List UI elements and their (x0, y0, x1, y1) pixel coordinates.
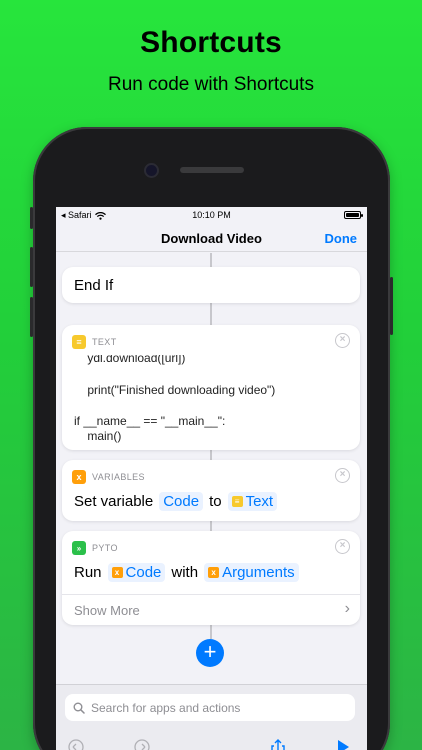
variable-name-text: Code (163, 493, 200, 510)
text-variable-text: Text (245, 493, 274, 510)
play-icon[interactable] (336, 739, 350, 750)
close-icon[interactable]: × (335, 539, 350, 554)
text-lines-icon: ≡ (72, 335, 86, 349)
variable-x-icon: x (111, 567, 123, 578)
front-camera (146, 165, 157, 176)
text-lines-icon: ≡ (231, 496, 243, 507)
power-button (390, 277, 393, 335)
connector-line (210, 450, 212, 460)
search-icon (73, 702, 85, 714)
run-row: Run x Code with x Arguments (74, 563, 299, 582)
add-action-button[interactable]: + (196, 639, 224, 667)
share-icon[interactable] (270, 739, 286, 750)
to-label: to (209, 493, 222, 510)
close-icon[interactable]: × (335, 468, 350, 483)
show-more-button[interactable]: Show More › (74, 600, 350, 620)
actions-sheet: Search for apps and actions (56, 684, 367, 750)
done-button[interactable]: Done (325, 231, 358, 246)
volume-down-button (30, 297, 33, 337)
end-if-label: End If (74, 277, 114, 294)
arguments-variable-text: Arguments (222, 564, 295, 581)
undo-icon[interactable] (68, 739, 84, 750)
text-category-label: TEXT (92, 337, 117, 347)
nav-title: Download Video (161, 231, 262, 246)
run-label: Run (74, 564, 102, 581)
pyto-category-label: PYTO (92, 543, 118, 553)
code-variable-token[interactable]: x Code (107, 563, 166, 582)
set-variable-card[interactable]: x VARIABLES × Set variable Code to ≡ Tex… (62, 460, 360, 521)
code-line: print("Finished downloading video") (74, 383, 276, 397)
earpiece-speaker (180, 167, 244, 173)
variable-x-icon: x (72, 470, 86, 484)
text-code-field[interactable]: ydl.download([url]) print("Finished down… (74, 355, 354, 443)
code-variable-text: Code (125, 564, 162, 581)
connector-line (210, 521, 212, 531)
pyto-chevrons-icon: » (72, 541, 86, 555)
divider (62, 594, 360, 595)
code-line: if __name__ == "__main__": (74, 414, 226, 428)
connector-line (210, 253, 212, 267)
chevron-right-icon: › (344, 600, 350, 617)
code-line: ydl.download([url]) (74, 355, 186, 365)
phone-screen: ◂ Safari 10:10 PM Download Video Done En… (56, 207, 367, 750)
search-field[interactable]: Search for apps and actions (65, 694, 355, 721)
variable-x-icon: x (208, 567, 220, 578)
iphone-frame: ◂ Safari 10:10 PM Download Video Done En… (30, 127, 393, 750)
status-bar: ◂ Safari 10:10 PM (56, 207, 367, 223)
redo-icon[interactable] (134, 739, 150, 750)
set-variable-label: Set variable (74, 493, 154, 510)
code-line: main() (74, 429, 122, 443)
with-label: with (171, 564, 199, 581)
volume-up-button (30, 247, 33, 287)
text-action-card[interactable]: ≡ TEXT × ydl.download([url]) print("Fini… (62, 325, 360, 450)
connector-line (210, 303, 212, 325)
close-icon[interactable]: × (335, 333, 350, 348)
pyto-run-card[interactable]: » PYTO × Run x Code with x Arguments Sho… (62, 531, 360, 625)
text-variable-token[interactable]: ≡ Text (227, 492, 278, 511)
set-variable-row: Set variable Code to ≡ Text (74, 492, 278, 511)
promo-title: Shortcuts (140, 26, 282, 59)
end-if-card[interactable]: End If (62, 267, 360, 303)
connector-line (210, 625, 212, 639)
battery-icon (344, 211, 363, 219)
variable-name-token[interactable]: Code (159, 492, 204, 511)
variables-action-header: x VARIABLES (72, 470, 145, 484)
mute-switch (30, 207, 33, 229)
arguments-variable-token[interactable]: x Arguments (204, 563, 299, 582)
promo-subtitle: Run code with Shortcuts (108, 74, 314, 95)
status-time: 10:10 PM (192, 210, 231, 220)
search-placeholder: Search for apps and actions (91, 700, 241, 715)
text-action-header: ≡ TEXT (72, 335, 117, 349)
pyto-action-header: » PYTO (72, 541, 118, 555)
show-more-label: Show More (74, 603, 140, 618)
variables-category-label: VARIABLES (92, 472, 145, 482)
navigation-bar: Download Video Done (56, 223, 367, 252)
